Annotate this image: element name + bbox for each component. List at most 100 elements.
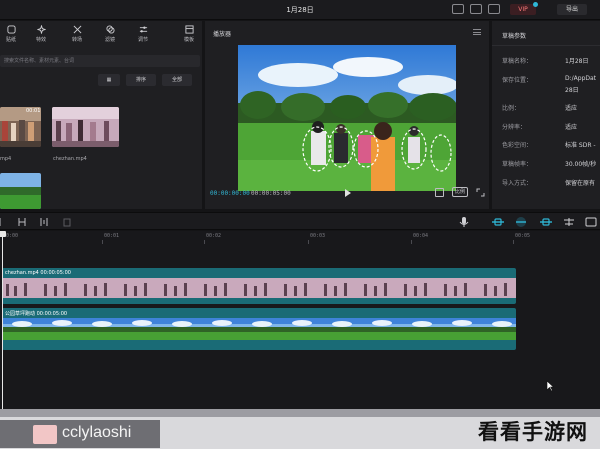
park-filmstrip	[2, 318, 516, 340]
tool-filter[interactable]: 滤镜	[97, 23, 123, 47]
media-thumb-crowd[interactable]: 00:01	[0, 107, 41, 147]
media-thumb-chezhan[interactable]	[52, 107, 119, 147]
tool-label: 滤镜	[104, 37, 115, 43]
draft-value: 1月28日	[565, 58, 589, 65]
vip-badge[interactable]: VIP	[510, 4, 536, 15]
draft-key: 分辨率：	[502, 124, 527, 131]
draft-value: D:/AppDat	[565, 75, 597, 82]
draft-key: 比例：	[502, 105, 521, 112]
brand-watermark: 看看手游网	[478, 420, 588, 444]
clip-label: 公园草坪跑动 00:00:05:00	[5, 311, 68, 317]
delete-icon[interactable]	[63, 217, 71, 227]
align-icon[interactable]	[563, 217, 575, 227]
thumb-name-left: mp4	[0, 156, 12, 162]
view-toggle-button[interactable]: ▦	[98, 74, 120, 86]
draft-key: 保存位置：	[502, 77, 533, 84]
mouse-cursor-icon	[546, 380, 554, 392]
park-thumbnail	[0, 173, 41, 209]
fullscreen-crop-icon[interactable]	[435, 188, 444, 197]
notification-dot	[533, 2, 538, 7]
video-clip-chezhan[interactable]: chezhan.mp4 00:00:05:00	[2, 268, 516, 304]
draft-panel: 草稿参数 草稿名称： 1月28日 保存位置： D:/AppDat 28日 比例：…	[492, 21, 600, 209]
tool-effects[interactable]: 特效	[28, 23, 54, 47]
draft-value: 30.00帧/秒	[565, 161, 597, 168]
tool-label: 调节	[137, 37, 148, 43]
template-icon	[184, 25, 194, 34]
draft-title: 草稿参数	[502, 33, 527, 40]
sticker-icon	[6, 25, 16, 34]
microphone-icon[interactable]	[459, 216, 469, 228]
effects-icon	[36, 25, 46, 34]
export-button[interactable]: 导出	[557, 4, 587, 15]
playhead[interactable]	[2, 231, 3, 409]
divider	[492, 45, 600, 46]
preview-axis-icon[interactable]	[539, 217, 553, 227]
media-thumb-park[interactable]	[0, 173, 41, 209]
zoom-fit-icon[interactable]	[585, 217, 597, 227]
cursor-tool-icon[interactable]	[0, 217, 6, 227]
sort-button[interactable]: 排序	[126, 74, 156, 86]
magnet-icon[interactable]	[514, 216, 528, 228]
transition-icon	[73, 25, 81, 34]
tool-transition[interactable]: 转场	[64, 23, 90, 47]
ruler-tick	[308, 240, 309, 244]
adjust-icon	[139, 26, 147, 33]
watermark-logo-icon	[33, 425, 57, 444]
media-search-input[interactable]: 搜索文件名称、素材元素、台词	[0, 55, 200, 67]
draft-value: 适应	[565, 105, 578, 112]
link-track-icon[interactable]	[491, 217, 505, 227]
draft-key: 色彩空间：	[502, 142, 533, 149]
tool-label: 贴纸	[5, 37, 16, 43]
ruler-tick	[513, 240, 514, 244]
title-bar: 1月28日 VIP 导出	[0, 0, 600, 20]
total-time: 00:00:05:00	[251, 190, 291, 197]
player-panel: 播放器 00:00:00:00 00:00:05:00 比例	[205, 21, 489, 209]
thumb-name: chezhan.mp4	[53, 156, 87, 162]
chezhan-filmstrip	[2, 278, 516, 298]
ruler-label: 00:02	[206, 233, 222, 239]
draft-key: 草稿名称：	[502, 58, 533, 65]
ratio-button[interactable]: 比例	[452, 187, 468, 197]
draft-key: 导入方式：	[502, 180, 533, 187]
filter-icon	[105, 25, 115, 34]
ruler-tick	[411, 240, 412, 244]
shortcut-icon[interactable]	[470, 4, 482, 14]
playhead-handle[interactable]	[0, 231, 6, 237]
watermark-text: cclylaoshi	[62, 424, 132, 441]
ruler-label: 00:01	[104, 233, 120, 239]
clip-label: chezhan.mp4 00:00:05:00	[5, 270, 71, 276]
ruler-tick	[102, 240, 103, 244]
filter-all-button[interactable]: 全部	[162, 74, 192, 86]
draft-key: 草稿帧率：	[502, 161, 533, 168]
play-icon[interactable]	[345, 189, 351, 197]
player-title: 播放器	[213, 31, 232, 38]
draft-value: 适应	[565, 124, 578, 131]
chezhan-thumbnail	[52, 107, 119, 147]
layout-icon[interactable]	[452, 4, 464, 14]
media-filter-row: ▦ 排序 全部	[0, 74, 202, 88]
media-toolbar: 贴纸 特效 转场 滤镜 调节 模板	[0, 23, 202, 47]
settings-icon[interactable]	[488, 4, 500, 14]
ruler-label: 00:05	[515, 233, 531, 239]
current-time: 00:00:00:00	[210, 190, 250, 197]
ruler-tick	[204, 240, 205, 244]
tool-label: 转场	[71, 37, 82, 43]
timeline-toolbar	[0, 212, 600, 230]
tool-label: 模板	[183, 37, 194, 43]
split-icon[interactable]	[18, 217, 26, 227]
split-left-icon[interactable]	[40, 217, 48, 227]
tool-adjust[interactable]: 调节	[130, 23, 156, 47]
preview-frame	[238, 45, 456, 191]
expand-icon[interactable]	[476, 188, 485, 197]
tool-template[interactable]: 模板	[176, 23, 202, 47]
video-preview[interactable]	[238, 45, 456, 191]
tool-sticker[interactable]: 贴纸	[0, 23, 24, 47]
draft-value: 标准 SDR -	[565, 142, 596, 149]
draft-value: 保留在原有	[565, 180, 596, 187]
timeline-ruler[interactable]: 00:00 00:01 00:02 00:03 00:04 00:05	[0, 231, 600, 245]
media-panel: 贴纸 特效 转场 滤镜 调节 模板 搜索文件名称、素材元素、台词 ▦ 排序 全部	[0, 21, 202, 209]
ruler-label: 00:04	[413, 233, 429, 239]
video-clip-park[interactable]: 公园草坪跑动 00:00:05:00	[2, 308, 516, 350]
ruler-label: 00:03	[310, 233, 326, 239]
menu-icon[interactable]	[473, 29, 481, 35]
